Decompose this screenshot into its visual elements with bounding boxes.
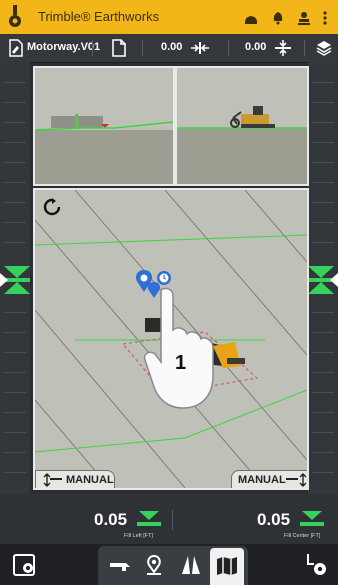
fill-center-grade-icon	[299, 511, 325, 529]
cross-slope-value[interactable]: 0.00	[161, 41, 182, 53]
manual-right-button[interactable]: MANUAL	[231, 470, 307, 488]
manual-right-label: MANUAL	[238, 474, 286, 486]
plan-view-map[interactable]: 1 MANUAL MANUAL	[33, 188, 309, 490]
trimble-logo-icon	[4, 3, 26, 31]
cross-slope-offset-icon[interactable]	[190, 41, 210, 55]
title-bar: Trimble® Earthworks	[0, 0, 338, 34]
manual-left-button[interactable]: MANUAL	[35, 470, 115, 488]
design-file-icon[interactable]	[8, 39, 24, 57]
bottom-nav-bar	[0, 544, 338, 585]
design-name[interactable]: Motorway.V01	[27, 41, 100, 53]
app-title: Trimble® Earthworks	[38, 9, 160, 24]
page-dots[interactable]	[146, 538, 202, 551]
cross-section-view[interactable]	[33, 66, 175, 186]
operator-icon[interactable]	[296, 10, 312, 26]
fill-center-caption: Fill Center [FT]	[284, 533, 321, 539]
notification-bell-icon[interactable]	[270, 10, 286, 26]
touch-hint-number: 1	[175, 352, 187, 374]
more-menu-icon[interactable]	[320, 10, 330, 26]
cloud-sync-icon[interactable]	[243, 10, 259, 26]
machine-side-icon	[230, 106, 275, 128]
fill-left-grade-icon	[136, 511, 162, 529]
toolbar: Motorway.V01 0.00 0.00	[0, 34, 338, 63]
tap-hand-icon	[143, 284, 215, 412]
right-on-grade-indicator	[306, 264, 338, 296]
map-book-icon	[216, 556, 238, 576]
guidance-panel: 0.05 Fill Left [FT] 0.05 Fill Center [FT…	[0, 494, 338, 551]
road-icon[interactable]	[180, 554, 202, 576]
map-book-tab-active[interactable]	[210, 548, 244, 585]
manual-left-icon	[42, 473, 52, 488]
blade-icon[interactable]	[108, 557, 132, 573]
reset-view-icon[interactable]	[43, 198, 61, 216]
elevation-offset-icon[interactable]	[274, 39, 292, 57]
settings-left-icon[interactable]	[12, 553, 38, 577]
fill-center-value: 0.05	[257, 510, 291, 529]
layers-icon[interactable]	[316, 40, 332, 56]
new-file-icon[interactable]	[111, 39, 127, 57]
manual-left-label: MANUAL	[66, 474, 114, 486]
left-on-grade-indicator	[0, 264, 32, 296]
fill-left-value: 0.05	[94, 510, 128, 529]
settings-right-icon[interactable]	[304, 552, 330, 578]
manual-right-icon	[298, 473, 307, 488]
elevation-offset-value[interactable]: 0.00	[245, 41, 266, 53]
location-pin-icon[interactable]	[144, 554, 164, 576]
profile-view[interactable]	[175, 66, 309, 186]
